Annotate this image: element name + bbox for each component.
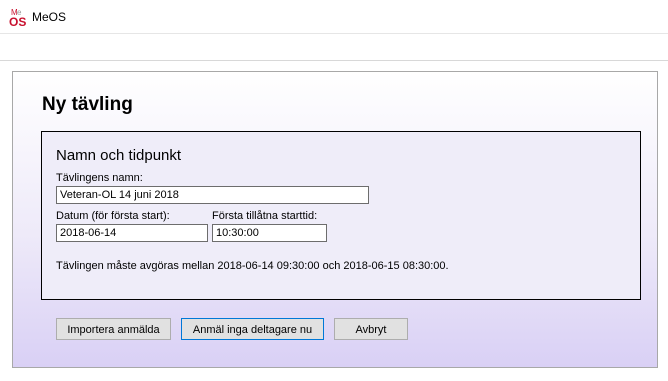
title-bar: M e OS MeOS	[0, 0, 668, 33]
group-title: Namn och tidpunkt	[56, 147, 182, 164]
import-entries-button[interactable]: Importera anmälda	[56, 318, 171, 340]
meos-logo-icon: M e OS	[9, 8, 26, 27]
name-and-time-group: Namn och tidpunkt Tävlingens namn: Veter…	[41, 131, 641, 300]
menu-bar	[0, 33, 668, 61]
first-start-time-field[interactable]: 10:30:00	[212, 224, 327, 242]
svg-text:OS: OS	[9, 15, 26, 27]
cancel-button[interactable]: Avbryt	[334, 318, 408, 340]
competition-period-info: Tävlingen måste avgöras mellan 2018-06-1…	[56, 260, 449, 272]
date-field[interactable]: 2018-06-14	[56, 224, 208, 242]
competition-name-field[interactable]: Veteran-OL 14 juni 2018	[56, 186, 369, 204]
window-title: MeOS	[32, 10, 67, 24]
no-entries-button[interactable]: Anmäl inga deltagare nu	[181, 318, 324, 340]
competition-name-label: Tävlingens namn:	[56, 172, 143, 184]
new-competition-panel: Ny tävling Namn och tidpunkt Tävlingens …	[12, 71, 658, 368]
page-title: Ny tävling	[42, 94, 133, 115]
date-label: Datum (för första start):	[56, 210, 170, 222]
first-start-time-label: Första tillåtna starttid:	[212, 210, 318, 222]
